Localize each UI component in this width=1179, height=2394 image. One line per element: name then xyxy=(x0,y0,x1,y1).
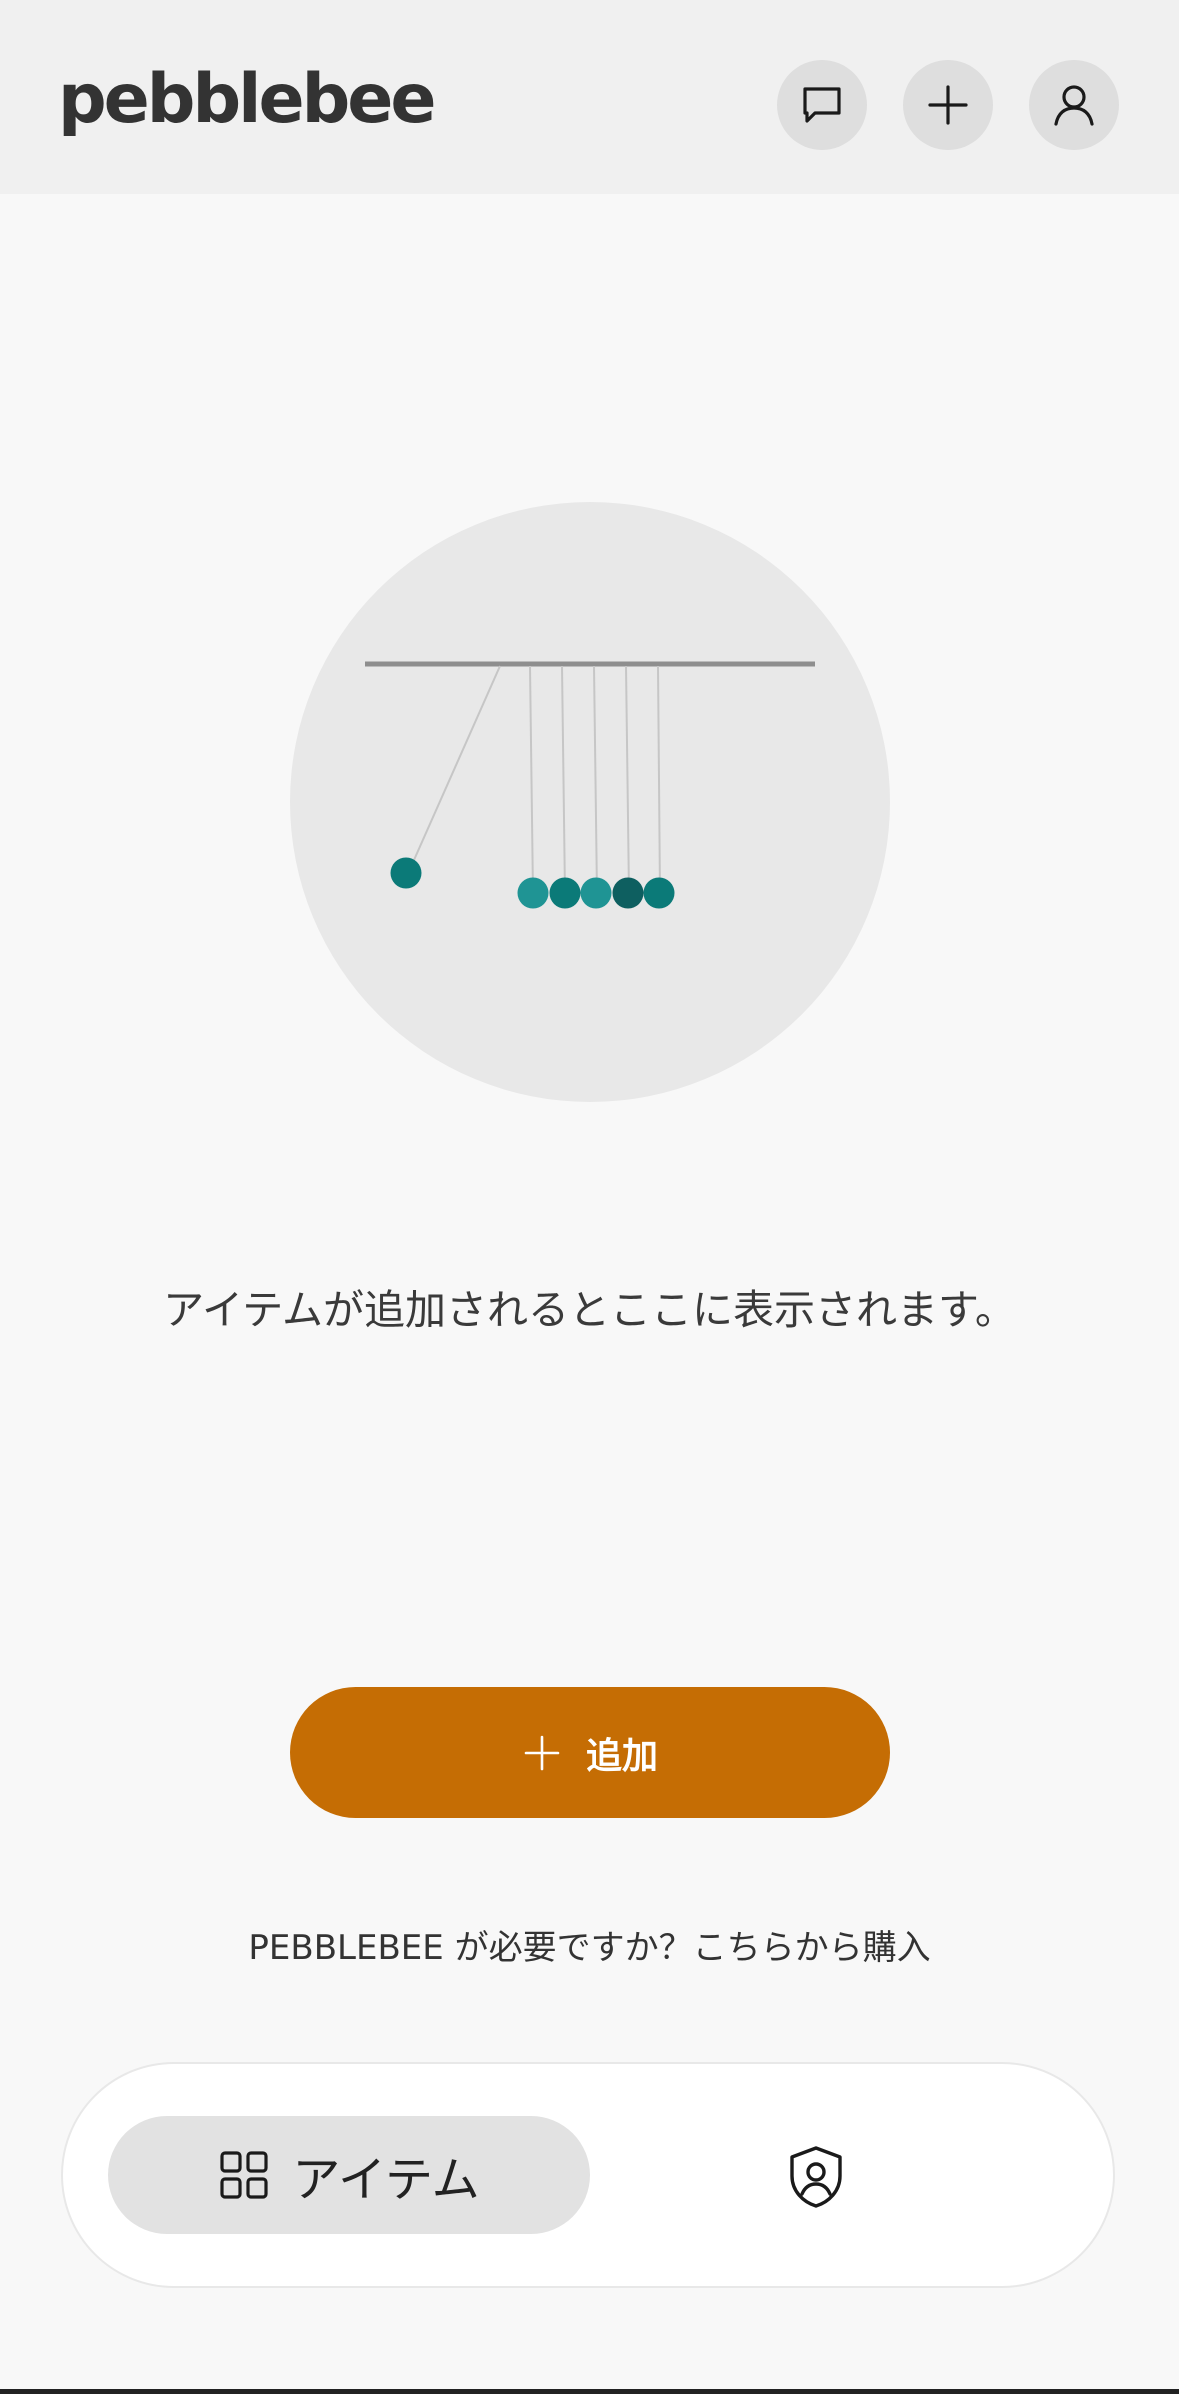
bottom-navigation: アイテム xyxy=(61,2062,1115,2288)
pendulum-ball xyxy=(612,877,644,909)
newtons-cradle-illustration xyxy=(290,502,890,1102)
tab-security[interactable] xyxy=(783,2144,849,2210)
home-indicator xyxy=(0,2389,1179,2394)
tab-items[interactable]: アイテム xyxy=(108,2116,590,2234)
pendulum-ball xyxy=(390,857,422,889)
pendulum-ball xyxy=(643,877,675,909)
buy-pebblebee-link[interactable]: PEBBLEBEE が必要ですか？こちらから購入 xyxy=(0,1920,1179,1976)
shield-user-icon xyxy=(790,2146,842,2208)
chat-button[interactable] xyxy=(777,60,867,150)
pebblebee-logo: pebblebee xyxy=(58,60,436,139)
profile-button[interactable] xyxy=(1029,60,1119,150)
user-icon xyxy=(1054,85,1094,126)
pendulum-ball xyxy=(517,877,549,909)
add-item-header-button[interactable] xyxy=(903,60,993,150)
empty-state-message: アイテムが追加されるとここに表示されます。 xyxy=(163,1286,1016,1334)
plus-icon xyxy=(928,85,968,125)
grid-icon xyxy=(220,2151,268,2199)
illustration-background-circle xyxy=(290,502,890,1102)
add-item-button-label: 追加 xyxy=(585,1735,658,1777)
top-bar: pebblebee xyxy=(0,0,1179,194)
pendulum-ball xyxy=(580,877,612,909)
plus-icon xyxy=(524,1735,560,1770)
tab-items-label: アイテム xyxy=(292,2152,480,2208)
add-item-button[interactable]: 追加 xyxy=(290,1687,890,1818)
chat-icon xyxy=(803,87,841,123)
pendulum-ball xyxy=(549,877,581,909)
